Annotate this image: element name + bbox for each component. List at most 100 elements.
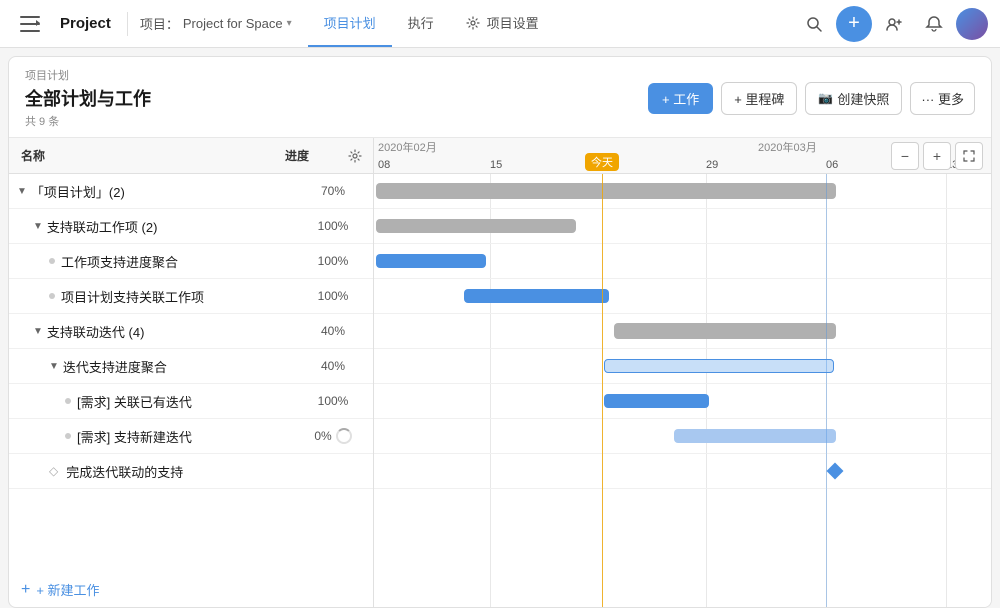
collapse-icon[interactable]: ▼	[33, 221, 43, 232]
row-name: ▼ 迭代支持进度聚合	[9, 357, 293, 376]
tab-settings[interactable]: 项目设置	[450, 0, 555, 47]
row-name: 项目计划支持关联工作项	[9, 287, 293, 306]
gantt-row-5	[374, 314, 991, 349]
dot-icon	[65, 433, 71, 439]
record-count: 共 9 条	[25, 113, 640, 129]
row-label: 迭代支持进度聚合	[63, 357, 167, 376]
table-header: 名称 进度	[9, 138, 373, 174]
col-header-progress: 进度	[257, 147, 337, 164]
collapse-icon[interactable]: ▼	[17, 186, 27, 197]
gantt-bar	[604, 359, 834, 373]
add-work-button[interactable]: + 工作	[648, 83, 713, 114]
breadcrumb-value: Project for Space	[183, 16, 283, 31]
row-progress: 70%	[293, 184, 373, 198]
table-row: ▼ 迭代支持进度聚合 40%	[9, 349, 373, 384]
row-label: 项目计划支持关联工作项	[61, 287, 204, 306]
zoom-in-button[interactable]: +	[923, 142, 951, 170]
row-label: [需求] 支持新建迭代	[77, 427, 192, 446]
more-button[interactable]: ··· 更多	[910, 82, 975, 115]
gantt-row-3	[374, 244, 991, 279]
table-row: 工作项支持进度聚合 100%	[9, 244, 373, 279]
dot-icon	[49, 258, 55, 264]
gantt-row-4	[374, 279, 991, 314]
table-row: [需求] 支持新建迭代 0%	[9, 419, 373, 454]
notification-button[interactable]	[916, 6, 952, 42]
row-name: [需求] 关联已有迭代	[9, 392, 293, 411]
collapse-icon[interactable]: ▼	[33, 326, 43, 337]
gantt-row-1	[374, 174, 991, 209]
tab-execute[interactable]: 执行	[392, 0, 450, 47]
row-progress: 0%	[293, 428, 373, 444]
gantt-panel: 2020年02月 2020年03月 08 15 今天 29 06 13 − +	[374, 138, 991, 607]
row-name: 工作项支持进度聚合	[9, 252, 293, 271]
table-row: ▼ 支持联动迭代 (4) 40%	[9, 314, 373, 349]
gantt-bar	[614, 323, 836, 339]
menu-icon[interactable]	[12, 16, 48, 32]
create-snapshot-button[interactable]: 📷 创建快照	[805, 82, 902, 115]
row-name: ▼ 支持联动工作项 (2)	[9, 217, 293, 236]
zoom-out-button[interactable]: −	[891, 142, 919, 170]
content-area: 名称 进度 ▼ 「项目计划」(2) 70%	[9, 138, 991, 607]
table-row: ▼ 「项目计划」(2) 70%	[9, 174, 373, 209]
settings-icon[interactable]	[337, 149, 373, 163]
search-button[interactable]	[796, 6, 832, 42]
tab-project-plan[interactable]: 项目计划	[308, 0, 392, 47]
breadcrumb-label: 项目：	[140, 14, 179, 33]
gantt-bar	[376, 219, 576, 233]
day-label-29: 29	[706, 159, 718, 171]
row-name: [需求] 支持新建迭代	[9, 427, 293, 446]
row-label: 「项目计划」(2)	[31, 182, 125, 201]
row-label: 支持联动迭代 (4)	[47, 322, 145, 341]
plus-icon: +	[21, 581, 30, 599]
row-name: ▼ 「项目计划」(2)	[9, 182, 293, 201]
collapse-icon[interactable]: ▼	[49, 361, 59, 372]
col-header-name: 名称	[9, 147, 257, 164]
add-work-button[interactable]: + + 新建工作	[9, 572, 373, 607]
dot-icon	[65, 398, 71, 404]
toolbar: 项目计划 全部计划与工作 共 9 条 + 工作 + 里程碑 📷 创建快照 ···…	[9, 57, 991, 138]
add-milestone-button[interactable]: + 里程碑	[721, 82, 797, 115]
table-row: [需求] 关联已有迭代 100%	[9, 384, 373, 419]
page-title: 全部计划与工作	[25, 85, 640, 111]
table-panel: 名称 进度 ▼ 「项目计划」(2) 70%	[9, 138, 374, 607]
table-row: 项目计划支持关联工作项 100%	[9, 279, 373, 314]
row-label: 工作项支持进度聚合	[61, 252, 178, 271]
table-row: ▼ 支持联动工作项 (2) 100%	[9, 209, 373, 244]
gantt-bar	[376, 183, 836, 199]
month-label-feb: 2020年02月	[378, 139, 437, 155]
gantt-row-2	[374, 209, 991, 244]
dot-icon	[49, 293, 55, 299]
breadcrumb[interactable]: 项目： Project for Space ▾	[132, 14, 300, 33]
camera-icon: 📷	[818, 91, 833, 105]
gantt-row-6	[374, 349, 991, 384]
gantt-row-9	[374, 454, 991, 489]
add-work-label: + 新建工作	[36, 580, 99, 599]
snapshot-label: 创建快照	[837, 89, 889, 108]
day-label-06: 06	[826, 159, 838, 171]
gantt-bar	[464, 289, 609, 303]
row-label: [需求] 关联已有迭代	[77, 392, 192, 411]
gantt-row-8	[374, 419, 991, 454]
day-label-15: 15	[490, 159, 502, 171]
milestone-diamond	[827, 463, 844, 480]
main-panel: 项目计划 全部计划与工作 共 9 条 + 工作 + 里程碑 📷 创建快照 ···…	[8, 56, 992, 608]
row-progress: 40%	[293, 359, 373, 373]
gantt-bar	[604, 394, 709, 408]
row-progress: 40%	[293, 324, 373, 338]
add-button[interactable]: +	[836, 6, 872, 42]
table-body: ▼ 「项目计划」(2) 70% ▼ 支持联动工作项 (2) 100%	[9, 174, 373, 572]
avatar[interactable]	[956, 8, 988, 40]
toolbar-buttons: + 工作 + 里程碑 📷 创建快照 ··· 更多	[648, 82, 975, 115]
today-line	[602, 174, 603, 607]
app-header: Project 项目： Project for Space ▾ 项目计划 执行 …	[0, 0, 1000, 48]
row-label: 支持联动工作项 (2)	[47, 217, 158, 236]
header-tabs: 项目计划 执行 项目设置	[308, 0, 555, 47]
add-member-button[interactable]	[876, 6, 912, 42]
row-progress: 100%	[293, 394, 373, 408]
spinner-icon	[336, 428, 352, 444]
month-label-mar: 2020年03月	[758, 139, 817, 155]
toolbar-breadcrumb: 项目计划	[25, 67, 640, 83]
deadline-line	[826, 174, 827, 607]
toolbar-title-section: 项目计划 全部计划与工作 共 9 条	[25, 67, 640, 129]
fullscreen-button[interactable]	[955, 142, 983, 170]
